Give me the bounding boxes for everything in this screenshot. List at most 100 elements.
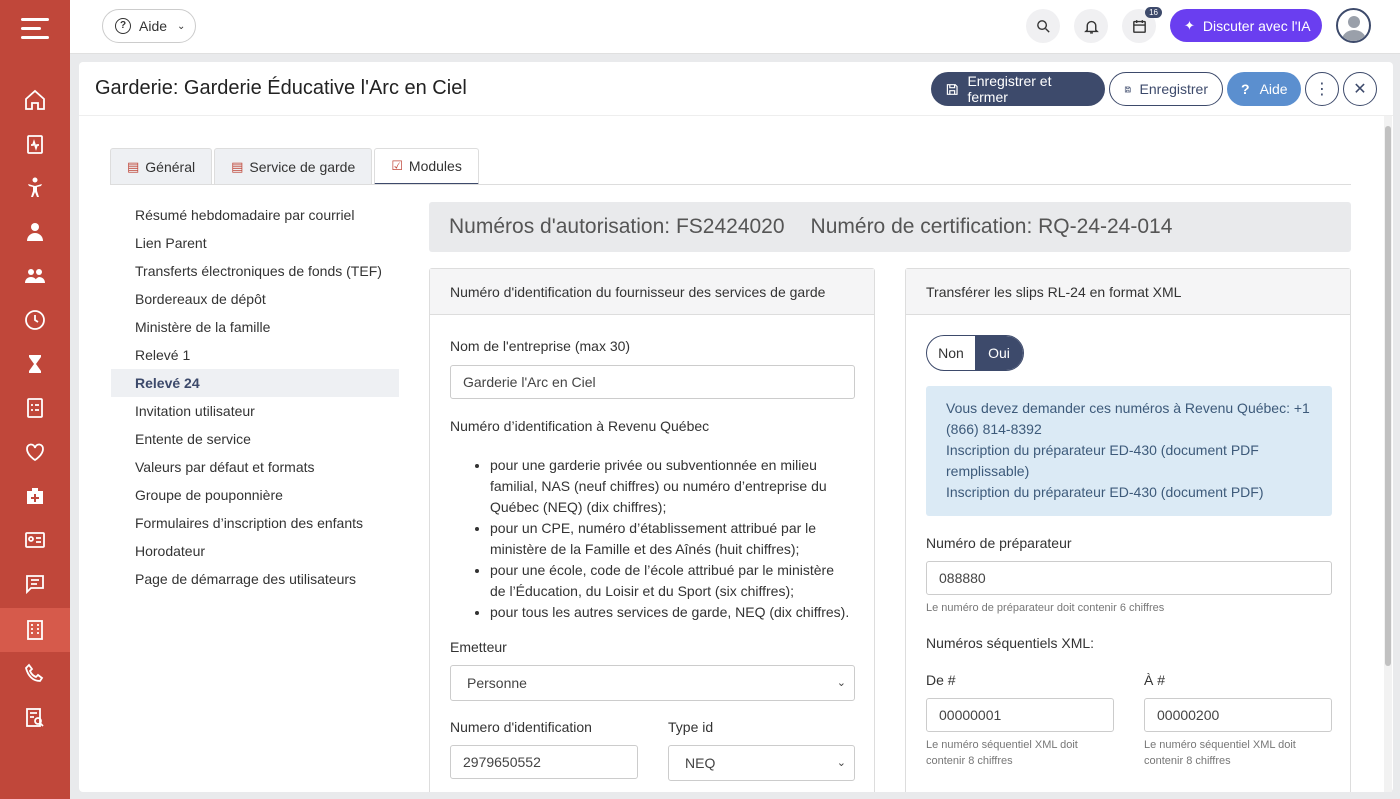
- left-rail: [0, 0, 70, 799]
- hamburger-menu-icon[interactable]: [21, 18, 49, 45]
- checklist-icon[interactable]: [0, 386, 70, 430]
- phone-icon[interactable]: [0, 652, 70, 696]
- ai-chat-button[interactable]: ✦ Discuter avec l'IA: [1170, 9, 1322, 42]
- list-item: pour tous les autres services de garde, …: [490, 602, 850, 623]
- list-icon: ▤: [127, 158, 140, 174]
- company-input[interactable]: Garderie l'Arc en Ciel: [450, 365, 855, 399]
- floppy-icon: [946, 83, 958, 95]
- company-label: Nom de l'entreprise (max 30): [450, 338, 631, 354]
- building-icon[interactable]: [0, 608, 70, 652]
- question-icon: ?: [115, 18, 131, 34]
- list-item: pour une garderie privée ou subventionné…: [490, 455, 850, 518]
- menu-item[interactable]: Invitation utilisateur: [111, 397, 399, 425]
- menu-item[interactable]: Relevé 1: [111, 341, 399, 369]
- emitter-value: Personne: [467, 675, 527, 691]
- save-close-button[interactable]: Enregistrer et fermer: [931, 72, 1105, 106]
- rq-bullets: pour une garderie privée ou subventionné…: [470, 455, 850, 623]
- menu-item[interactable]: Ministère de la famille: [111, 313, 399, 341]
- scrollbar[interactable]: [1384, 116, 1392, 792]
- floppy-icon: [1124, 86, 1131, 92]
- save-button[interactable]: Enregistrer: [1109, 72, 1223, 106]
- type-value: NEQ: [685, 755, 716, 771]
- sparkle-icon: ✦: [1184, 17, 1195, 33]
- avatar[interactable]: [1336, 8, 1371, 43]
- medical-kit-icon[interactable]: [0, 474, 70, 518]
- home-icon[interactable]: [0, 78, 70, 122]
- kebab-icon: ⋮: [1314, 81, 1330, 98]
- tab-service-de-garde[interactable]: ▤ Service de garde: [214, 148, 373, 185]
- clock-icon[interactable]: [0, 298, 70, 342]
- heart-icon[interactable]: [0, 430, 70, 474]
- page-title: Garderie: Garderie Éducative l'Arc en Ci…: [95, 77, 467, 99]
- save-label: Enregistrer: [1139, 81, 1208, 97]
- info-box: Vous devez demander ces numéros à Revenu…: [926, 386, 1332, 516]
- emitter-select[interactable]: Personne ⌄: [450, 665, 855, 701]
- toggle-yes[interactable]: Oui: [975, 336, 1023, 370]
- from-input[interactable]: 00000001: [926, 698, 1114, 732]
- notifications-button[interactable]: [1074, 9, 1108, 43]
- tab-general[interactable]: ▤ Général: [110, 148, 213, 185]
- panel-header: Garderie: Garderie Éducative l'Arc en Ci…: [79, 62, 1393, 116]
- help-button[interactable]: ? Aide: [1227, 72, 1301, 106]
- menu-item[interactable]: Bordereaux de dépôt: [111, 285, 399, 313]
- help-dropdown[interactable]: ? Aide ⌄: [102, 9, 196, 43]
- provider-card-header: Numéro d'identification du fournisseur d…: [430, 269, 874, 315]
- xml-card-header: Transférer les slips RL-24 en format XML: [906, 269, 1350, 315]
- chevron-down-icon: ⌄: [836, 757, 846, 769]
- close-button[interactable]: ✕: [1343, 72, 1377, 106]
- id-label: Numero d'identification: [450, 719, 592, 735]
- search-icon: [1036, 19, 1050, 33]
- preparer-pdf-link[interactable]: Inscription du préparateur ED-430 (docum…: [946, 482, 1312, 503]
- person-icon[interactable]: [0, 210, 70, 254]
- id-input[interactable]: 2979650552: [450, 745, 638, 779]
- menu-item[interactable]: Valeurs par défaut et formats: [111, 453, 399, 481]
- hourglass-icon[interactable]: [0, 342, 70, 386]
- menu-item[interactable]: Formulaires d’inscription des enfants: [111, 509, 399, 537]
- child-icon[interactable]: [0, 166, 70, 210]
- preparer-input[interactable]: 088880: [926, 561, 1332, 595]
- calendar-button[interactable]: 16: [1122, 7, 1162, 43]
- menu-item[interactable]: Transferts électroniques de fonds (TEF): [111, 257, 399, 285]
- id-card-icon[interactable]: [0, 518, 70, 562]
- chat-icon[interactable]: [0, 562, 70, 606]
- certification-number: Numéro de certification: RQ-24-24-014: [810, 215, 1173, 238]
- to-hint: Le numéro séquentiel XML doit contenir 8…: [1144, 739, 1296, 767]
- menu-item[interactable]: Page de démarrage des utilisateurs: [111, 565, 399, 593]
- menu-item[interactable]: Entente de service: [111, 425, 399, 453]
- tab-label: Service de garde: [249, 158, 356, 175]
- more-options-button[interactable]: ⋮: [1305, 72, 1339, 106]
- clipboard-health-icon[interactable]: [0, 122, 70, 166]
- menu-item[interactable]: Résumé hebdomadaire par courriel: [111, 201, 399, 229]
- provider-card: Numéro d'identification du fournisseur d…: [429, 268, 875, 792]
- menu-item[interactable]: Groupe de pouponnière: [111, 481, 399, 509]
- close-icon: ✕: [1353, 81, 1367, 98]
- help-label: Aide: [1259, 81, 1288, 97]
- menu-item[interactable]: Lien Parent: [111, 229, 399, 257]
- type-label: Type id: [668, 719, 714, 735]
- tab-label: Modules: [408, 158, 462, 174]
- report-search-icon[interactable]: [0, 696, 70, 740]
- group-icon[interactable]: [0, 254, 70, 298]
- preparer-label: Numéro de préparateur: [926, 535, 1072, 551]
- menu-item-selected[interactable]: Relevé 24: [111, 369, 399, 397]
- xml-toggle[interactable]: Non Oui: [926, 335, 1024, 371]
- to-input[interactable]: 00000200: [1144, 698, 1332, 732]
- type-select[interactable]: NEQ ⌄: [668, 745, 855, 781]
- document-icon: ▤: [231, 158, 244, 174]
- info-text: Vous devez demander ces numéros à Revenu…: [946, 400, 1310, 437]
- save-close-label: Enregistrer et fermer: [967, 73, 1052, 105]
- preparer-fillable-link[interactable]: Inscription du préparateur ED-430 (docum…: [946, 440, 1312, 482]
- edit-panel: Garderie: Garderie Éducative l'Arc en Ci…: [79, 62, 1393, 792]
- toggle-no[interactable]: Non: [927, 336, 975, 370]
- menu-item[interactable]: Horodateur: [111, 537, 399, 565]
- sequence-label: Numéros séquentiels XML:: [926, 635, 1095, 651]
- calendar-icon: [1132, 19, 1146, 33]
- preparer-hint: Le numéro de préparateur doit contenir 6…: [926, 602, 1165, 614]
- list-item: pour une école, code de l’école attribué…: [490, 560, 850, 602]
- tab-modules[interactable]: ☑ Modules: [374, 148, 479, 185]
- search-button[interactable]: [1026, 9, 1060, 43]
- checkbox-icon: ☑: [391, 158, 403, 173]
- rq-label: Numéro d’identification à Revenu Québec: [450, 418, 710, 434]
- from-hint: Le numéro séquentiel XML doit contenir 8…: [926, 739, 1078, 767]
- list-item: pour un CPE, numéro d’établissement attr…: [490, 518, 850, 560]
